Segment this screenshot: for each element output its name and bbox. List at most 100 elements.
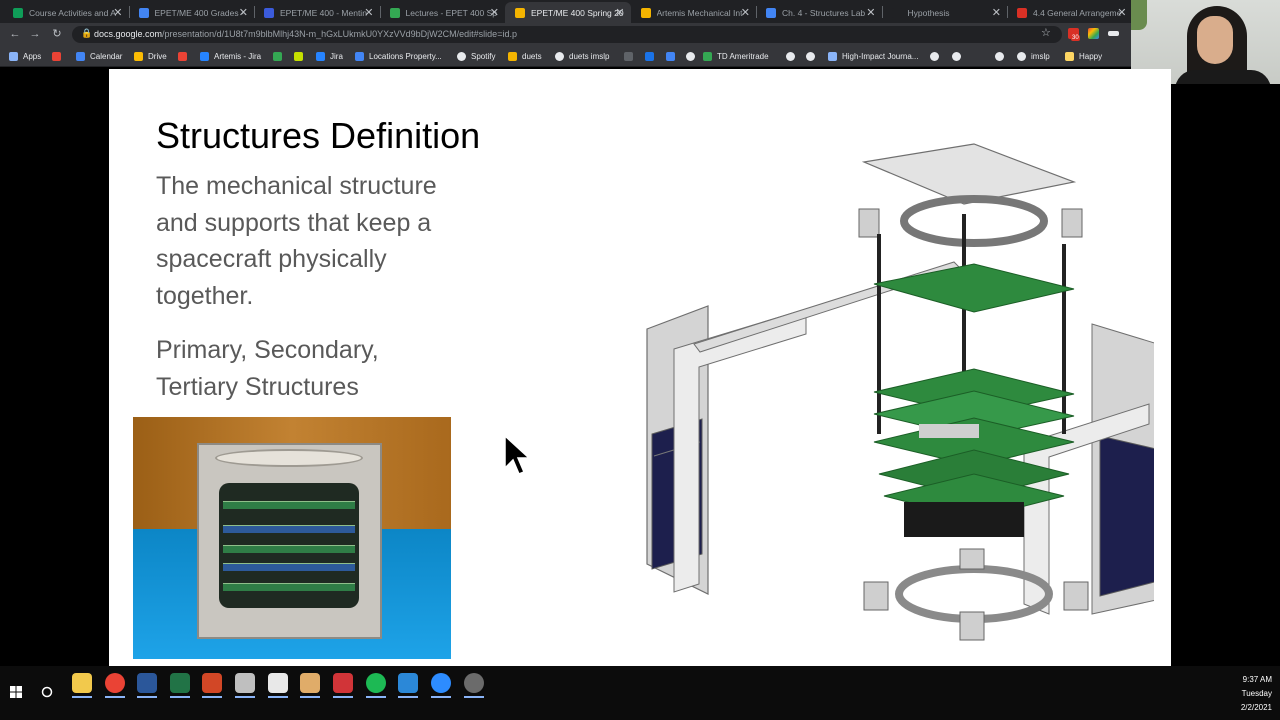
tab-close-icon[interactable]: ✕: [239, 6, 248, 19]
tab-favicon-icon: [264, 7, 274, 18]
gmail-icon: [178, 52, 187, 61]
bookmark-item[interactable]: [52, 50, 66, 63]
bookmark-item[interactable]: Calendar: [76, 50, 122, 63]
tab-close-icon[interactable]: ✕: [741, 6, 750, 19]
windows-start-icon[interactable]: [10, 686, 22, 698]
tab-close-icon[interactable]: ✕: [490, 6, 499, 19]
bookmark-item[interactable]: Artemis - Jira: [200, 50, 261, 63]
folder-icon: [1065, 52, 1074, 61]
gmail-icon: [52, 52, 61, 61]
bookmark-icon: [624, 52, 633, 61]
globe-icon: [806, 52, 815, 61]
word-icon[interactable]: [137, 673, 157, 693]
bookmark-item[interactable]: [686, 50, 700, 63]
bookmark-item[interactable]: [294, 50, 308, 63]
tab-favicon-icon: [13, 7, 23, 18]
bookmark-label: Happy: [1079, 52, 1103, 61]
browser-tab[interactable]: Hypothesis ✕: [882, 2, 1008, 23]
circle-icon: [645, 52, 654, 61]
extension-icon[interactable]: [1088, 28, 1099, 39]
bookmark-item[interactable]: [666, 50, 680, 63]
tab-close-icon[interactable]: ✕: [1117, 6, 1126, 19]
bookmark-item[interactable]: duets imslp: [555, 50, 609, 63]
globe-icon: [457, 52, 466, 61]
bookmark-item[interactable]: [806, 50, 820, 63]
drive-icon: [134, 52, 143, 61]
url-input[interactable]: 🔒 docs.google.com/presentation/d/1U8t7m9…: [72, 26, 1062, 43]
app-icon[interactable]: [333, 673, 353, 693]
bookmark-item[interactable]: Spotify: [457, 50, 495, 63]
bookmark-item[interactable]: Drive: [134, 50, 167, 63]
browser-tab[interactable]: EPET/ME 400 Spring 20 ✕: [505, 2, 631, 23]
chrome-alt-icon[interactable]: [464, 673, 484, 693]
reload-icon[interactable]: ↻: [49, 26, 65, 42]
bookmark-item[interactable]: Apps: [9, 50, 41, 63]
bookmark-item[interactable]: [786, 50, 800, 63]
forward-icon[interactable]: →: [27, 26, 43, 42]
back-icon[interactable]: ←: [7, 26, 23, 42]
globe-icon: [995, 52, 1004, 61]
tab-bar: Course Activities and A ✕ EPET/ME 400 Grad…: [0, 0, 1131, 23]
bookmarks-bar: Apps Calendar Drive Artemis - Jira Jira Locat…: [0, 45, 1131, 67]
bookmark-item[interactable]: High-Impact Journa...: [828, 50, 918, 63]
windows-taskbar: [0, 666, 1280, 720]
chat-icon[interactable]: [398, 673, 418, 693]
paint-icon[interactable]: [235, 673, 255, 693]
bookmark-item[interactable]: [645, 50, 659, 63]
mouse-cursor: [504, 434, 531, 475]
bookmark-label: Artemis - Jira: [214, 52, 262, 61]
bookmark-label: duets imslp: [569, 52, 610, 61]
excel-icon[interactable]: [170, 673, 190, 693]
bookmark-item[interactable]: [930, 50, 944, 63]
bookmark-label: Locations Property...: [369, 52, 442, 61]
file-explorer-icon[interactable]: [72, 673, 92, 693]
zoom-icon[interactable]: [431, 673, 451, 693]
bookmark-item[interactable]: [952, 50, 966, 63]
tab-favicon-icon: [766, 7, 776, 18]
bookmark-item[interactable]: Locations Property...: [355, 50, 442, 63]
browser-tab[interactable]: Course Activities and A ✕: [3, 2, 129, 23]
bookmark-item[interactable]: Happy: [1065, 50, 1102, 63]
browser-tab[interactable]: Artemis Mechanical Int ✕: [631, 2, 757, 23]
bookmark-item[interactable]: [178, 50, 192, 63]
bookmark-label: Drive: [148, 52, 167, 61]
tab-close-icon[interactable]: ✕: [992, 6, 1001, 19]
slide-title: Structures Definition: [156, 115, 481, 156]
bookmark-item[interactable]: Jira: [316, 50, 343, 63]
tab-close-icon[interactable]: ✕: [113, 6, 122, 19]
bookmark-item[interactable]: [995, 50, 1009, 63]
slack-icon[interactable]: [300, 673, 320, 693]
tab-favicon-icon: [389, 7, 400, 18]
browser-tab[interactable]: Lectures - EPET 400 Sp ✕: [380, 2, 506, 23]
cubesat-photo: [133, 417, 451, 659]
browser-tab[interactable]: EPET/ME 400 Grades - ✕: [129, 2, 255, 23]
tab-favicon-icon: [1017, 7, 1027, 18]
tab-close-icon[interactable]: ✕: [364, 6, 373, 19]
clock-day: Tuesday: [1241, 689, 1272, 698]
slide-structure-types: Primary, Secondary, Tertiary Structures: [156, 336, 379, 401]
browser-tab[interactable]: Ch. 4 - Structures Lab ✕: [756, 2, 882, 23]
extension-icon[interactable]: [1108, 31, 1119, 36]
tab-close-icon[interactable]: ✕: [615, 6, 624, 19]
tab-favicon-icon: [138, 7, 149, 18]
bookmark-label: TD Ameritrade: [717, 52, 769, 61]
bookmark-star-icon[interactable]: ☆: [1041, 26, 1051, 39]
tab-close-icon[interactable]: ✕: [866, 6, 875, 19]
bookmark-item[interactable]: [273, 50, 287, 63]
bookmark-item[interactable]: duets: [508, 50, 542, 63]
lock-icon: 🔒: [81, 28, 93, 38]
powerpoint-icon[interactable]: [202, 673, 222, 693]
acrobat-icon[interactable]: [268, 673, 288, 693]
bookmark-item[interactable]: [624, 50, 638, 63]
browser-tab[interactable]: EPET/ME 400 - Mentin ✕: [254, 2, 380, 23]
bookmark-item[interactable]: TD Ameritrade: [703, 50, 769, 63]
browser-tab[interactable]: 4.4 General Arrangeme ✕: [1007, 2, 1133, 23]
search-icon[interactable]: [41, 686, 53, 698]
globe-icon: [686, 52, 695, 61]
apps-grid-icon: [9, 52, 18, 61]
bookmark-item[interactable]: imslp: [1017, 50, 1050, 63]
spotify-icon[interactable]: [366, 673, 386, 693]
chrome-icon[interactable]: [105, 673, 125, 693]
system-clock[interactable]: 9:37 AM Tuesday 2/2/2021: [1220, 673, 1272, 715]
bookmark-label: Calendar: [90, 52, 123, 61]
